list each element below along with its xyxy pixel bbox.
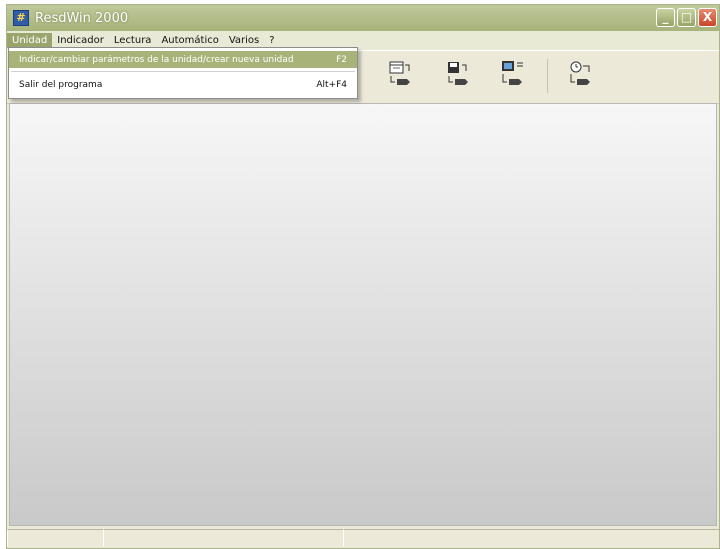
- app-icon[interactable]: #: [13, 10, 29, 26]
- menu-item-label: Indicar/cambiar parámetros de la unidad/…: [19, 54, 294, 65]
- status-panel: [7, 529, 103, 546]
- toolbar-calendar-button[interactable]: [387, 59, 417, 89]
- unidad-dropdown-menu: Indicar/cambiar parámetros de la unidad/…: [8, 47, 358, 99]
- menu-item-indicar-parametros[interactable]: Indicar/cambiar parámetros de la unidad/…: [9, 51, 357, 68]
- menu-lectura[interactable]: Lectura: [109, 33, 157, 48]
- monitor-icon: [502, 61, 523, 85]
- menu-item-shortcut: F2: [336, 54, 347, 65]
- menu-item-label: Salir del programa: [19, 79, 103, 90]
- toolbar-save-button[interactable]: [445, 59, 475, 89]
- status-bar: [7, 527, 719, 548]
- save-icon: [448, 62, 468, 85]
- menu-separator: [11, 71, 355, 72]
- menu-indicador[interactable]: Indicador: [52, 33, 109, 48]
- clock-icon: [570, 61, 590, 85]
- menu-item-salir[interactable]: Salir del programa Alt+F4: [9, 76, 357, 93]
- window-controls: _ □ X: [656, 8, 717, 27]
- menu-unidad[interactable]: Unidad: [7, 33, 53, 48]
- menu-item-shortcut: Alt+F4: [316, 79, 347, 90]
- status-panel: [343, 529, 719, 546]
- close-button[interactable]: X: [698, 8, 717, 27]
- title-bar[interactable]: # ResdWin 2000 _ □ X: [7, 5, 719, 31]
- window-title: ResdWin 2000: [35, 10, 129, 26]
- toolbar-separator: [547, 59, 548, 93]
- toolbar-clock-button[interactable]: [567, 59, 597, 89]
- toolbar-monitor-button[interactable]: [499, 59, 529, 89]
- minimize-button[interactable]: _: [656, 8, 675, 27]
- calendar-icon: [389, 61, 410, 85]
- menu-varios[interactable]: Varios: [224, 33, 264, 48]
- status-panel: [103, 529, 343, 546]
- menu-automatico[interactable]: Automático: [156, 33, 223, 48]
- menu-help[interactable]: ?: [264, 33, 279, 48]
- main-client-area: [9, 103, 717, 526]
- maximize-button[interactable]: □: [677, 8, 696, 27]
